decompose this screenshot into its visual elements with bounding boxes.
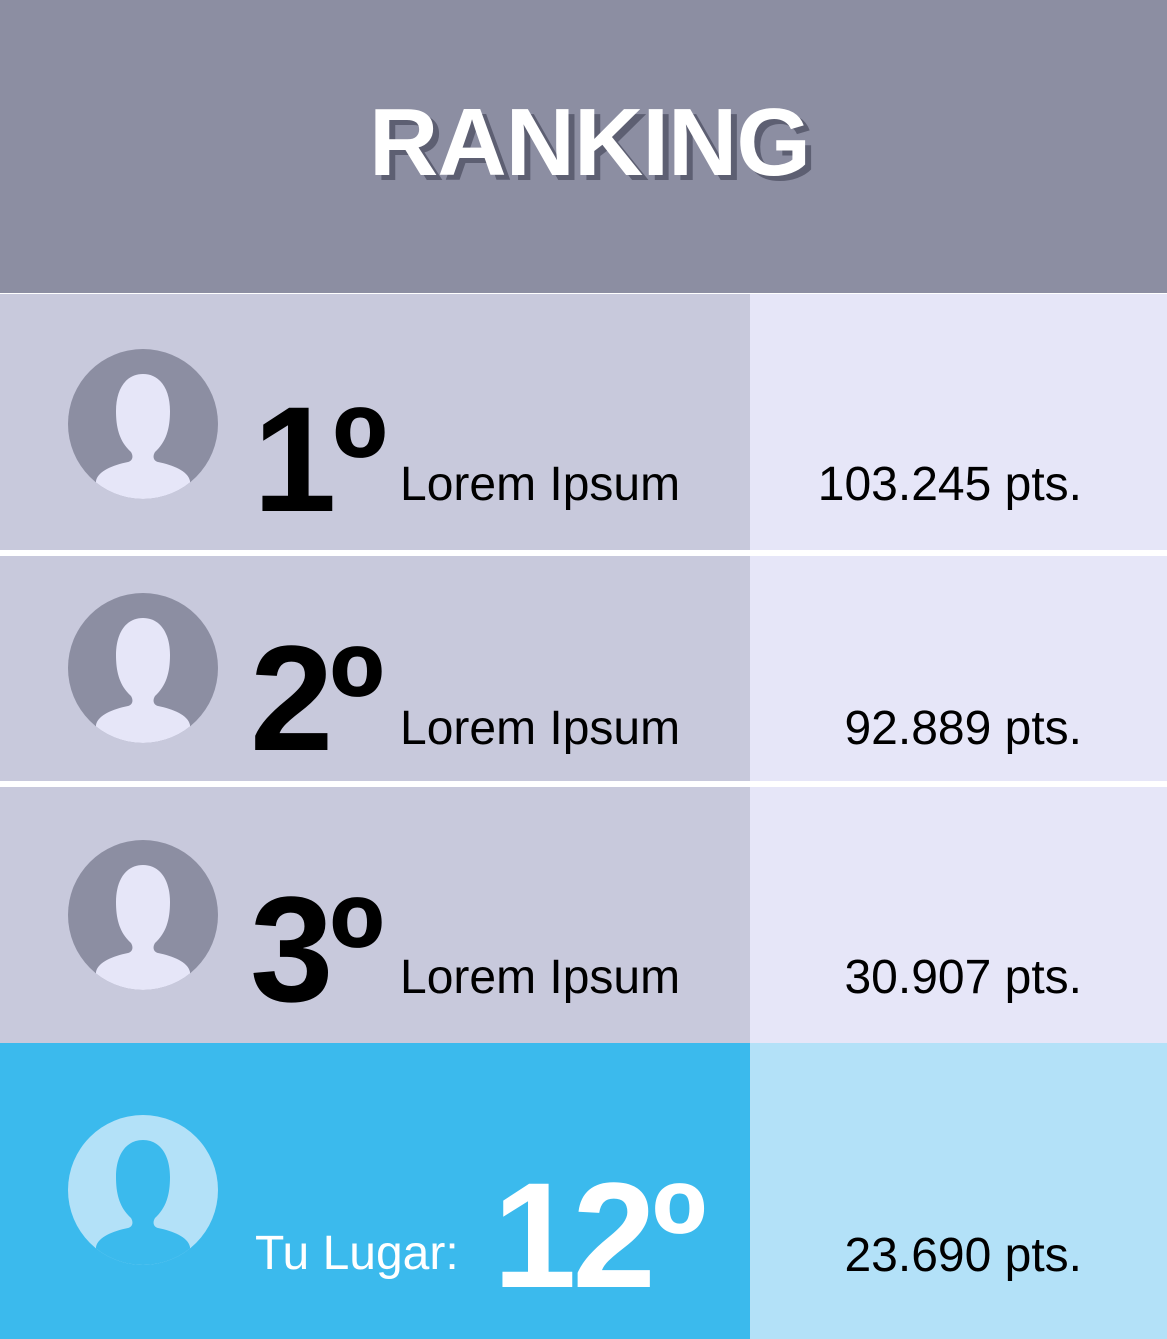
ranking-row-right-panel bbox=[750, 294, 1167, 550]
user-silhouette-icon bbox=[68, 840, 218, 990]
rank-position: 1º bbox=[253, 375, 387, 543]
user-silhouette-icon bbox=[68, 349, 218, 499]
ranking-row-1[interactable]: 1º Lorem Ipsum 103.245 pts. bbox=[0, 294, 1167, 550]
player-name: Lorem Ipsum bbox=[400, 458, 681, 511]
ranking-header: RANKING bbox=[0, 0, 1167, 293]
my-place-row[interactable]: Tu Lugar: 12º 23.690 pts. bbox=[0, 1043, 1167, 1339]
player-points: 30.907 pts. bbox=[844, 951, 1082, 1004]
ranking-row-3[interactable]: 3º Lorem Ipsum 30.907 pts. bbox=[0, 787, 1167, 1043]
rank-position: 2º bbox=[250, 614, 384, 782]
my-rank-position: 12º bbox=[493, 1151, 707, 1319]
page-title: RANKING bbox=[369, 88, 811, 196]
my-place-right-panel bbox=[750, 1043, 1167, 1339]
my-points: 23.690 pts. bbox=[844, 1229, 1082, 1282]
ranking-row-2[interactable]: 2º Lorem Ipsum 92.889 pts. bbox=[0, 556, 1167, 781]
player-name: Lorem Ipsum bbox=[400, 702, 681, 755]
user-silhouette-icon bbox=[68, 1115, 218, 1265]
player-points: 92.889 pts. bbox=[844, 702, 1082, 755]
player-points: 103.245 pts. bbox=[817, 458, 1082, 511]
ranking-row-right-panel bbox=[750, 787, 1167, 1043]
user-silhouette-icon bbox=[68, 593, 218, 743]
rank-position: 3º bbox=[250, 865, 384, 1033]
my-place-label: Tu Lugar: bbox=[255, 1227, 459, 1280]
player-name: Lorem Ipsum bbox=[400, 951, 681, 1004]
